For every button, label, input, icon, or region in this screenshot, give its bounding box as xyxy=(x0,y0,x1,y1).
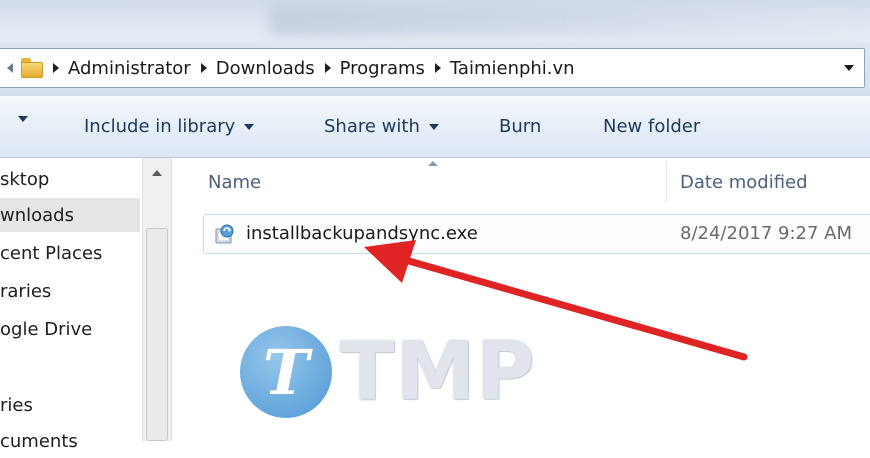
nav-item-libraries[interactable]: raries xyxy=(0,274,140,308)
chevron-down-icon xyxy=(428,123,439,130)
installer-icon xyxy=(215,224,234,244)
back-chevron-icon[interactable] xyxy=(7,63,13,73)
file-date-modified: 8/24/2017 9:27 AM xyxy=(680,223,853,244)
breadcrumb-separator-icon[interactable] xyxy=(434,63,441,73)
breadcrumb-downloads[interactable]: Downloads xyxy=(216,58,315,79)
include-in-library-label: Include in library xyxy=(84,116,236,137)
nav-item-documents[interactable]: cuments xyxy=(0,424,140,458)
address-dropdown-icon[interactable] xyxy=(844,65,854,71)
navigation-pane: sktop wnloads cent Places raries ogle Dr… xyxy=(0,158,172,452)
watermark-logo: T TMP xyxy=(234,322,564,422)
breadcrumb-separator-icon[interactable] xyxy=(324,63,331,73)
scroll-thumb[interactable] xyxy=(146,228,168,441)
title-bar-blur xyxy=(270,6,850,36)
watermark-logo-letter: T xyxy=(262,335,310,409)
address-row: Administrator Downloads Programs Taimien… xyxy=(0,42,870,96)
include-in-library-button[interactable]: Include in library xyxy=(84,116,255,137)
column-header-name[interactable]: Name xyxy=(208,172,261,193)
chevron-down-icon xyxy=(244,123,255,130)
breadcrumb-programs[interactable]: Programs xyxy=(340,58,425,79)
organize-menu-button[interactable] xyxy=(12,116,28,122)
command-toolbar: Include in library Share with Burn New f… xyxy=(0,96,870,158)
nav-item-recent-places[interactable]: cent Places xyxy=(0,236,140,270)
nav-item-label: ogle Drive xyxy=(0,318,93,340)
new-folder-button[interactable]: New folder xyxy=(603,116,700,137)
breadcrumb-administrator[interactable]: Administrator xyxy=(68,58,191,79)
file-row[interactable]: installbackupandsync.exe 8/24/2017 9:27 … xyxy=(203,214,870,254)
watermark-text: TMP xyxy=(340,325,536,418)
breadcrumb-taimienphi[interactable]: Taimienphi.vn xyxy=(450,58,575,79)
nav-item-libraries-2[interactable]: ries xyxy=(0,388,140,422)
folder-icon xyxy=(21,58,43,78)
nav-item-label: cuments xyxy=(0,430,78,452)
burn-button[interactable]: Burn xyxy=(499,116,541,137)
breadcrumb-separator-icon[interactable] xyxy=(53,63,59,73)
nav-item-label: raries xyxy=(0,280,52,302)
nav-item-label: cent Places xyxy=(0,242,103,264)
column-header-date-modified[interactable]: Date modified xyxy=(680,172,808,193)
nav-scrollbar[interactable] xyxy=(142,158,172,441)
breadcrumb-separator-icon[interactable] xyxy=(200,63,207,73)
nav-item-desktop[interactable]: sktop xyxy=(0,162,140,196)
share-with-label: Share with xyxy=(324,116,420,137)
scroll-up-icon[interactable] xyxy=(152,170,162,176)
nav-item-downloads[interactable]: wnloads xyxy=(0,198,140,232)
burn-label: Burn xyxy=(499,116,542,137)
new-folder-label: New folder xyxy=(603,116,701,137)
nav-item-label: ries xyxy=(0,394,33,416)
nav-item-google-drive[interactable]: ogle Drive xyxy=(0,312,140,346)
sort-ascending-icon xyxy=(428,161,438,166)
window-title-bar xyxy=(0,0,870,42)
nav-item-label: sktop xyxy=(0,168,50,190)
chevron-down-icon xyxy=(18,116,28,122)
file-name[interactable]: installbackupandsync.exe xyxy=(246,223,478,244)
nav-item-label: wnloads xyxy=(0,204,74,226)
address-bar[interactable]: Administrator Downloads Programs Taimien… xyxy=(0,48,865,88)
column-divider[interactable] xyxy=(666,162,667,202)
share-with-button[interactable]: Share with xyxy=(324,116,439,137)
